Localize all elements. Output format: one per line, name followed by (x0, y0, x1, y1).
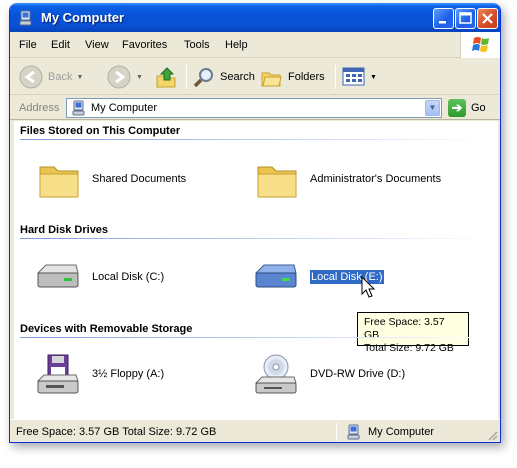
windows-flag-icon (472, 37, 489, 52)
status-location: My Computer (346, 424, 434, 440)
item-label: Administrator's Documents (310, 173, 442, 185)
folder-icon (257, 166, 297, 198)
title-bar[interactable]: My Computer (10, 3, 500, 32)
maximize-icon (459, 12, 472, 24)
my-computer-icon (19, 10, 32, 26)
my-computer-icon (72, 100, 85, 116)
menu-file[interactable]: File (19, 39, 37, 51)
my-computer-icon (347, 424, 360, 440)
folders-icon (261, 72, 282, 87)
item-label: DVD-RW Drive (D:) (310, 368, 406, 380)
address-dropdown-button[interactable]: ▼ (425, 100, 440, 116)
search-label: Search (220, 71, 255, 83)
item-label: 3½ Floppy (A:) (92, 368, 165, 380)
item-label: Local Disk (C:) (92, 271, 165, 283)
views-button[interactable]: ▼ (342, 63, 377, 91)
window-title: My Computer (41, 10, 125, 25)
back-arrow-icon (19, 65, 43, 89)
address-bar: Address My Computer ▼ ➔ Go (10, 96, 500, 120)
group-header-removable: Devices with Removable Storage (20, 323, 490, 338)
resize-grip-icon[interactable] (486, 429, 498, 441)
menu-favorites[interactable]: Favorites (122, 39, 167, 51)
toolbar-separator (186, 65, 187, 89)
toolbar-separator (335, 65, 336, 89)
go-arrow-icon: ➔ (448, 99, 466, 117)
forward-dropdown-icon[interactable]: ▼ (136, 74, 143, 81)
file-view[interactable]: Files Stored on This Computer Shared Doc… (14, 121, 498, 419)
back-label: Back (48, 71, 73, 83)
folders-button[interactable]: Folders (260, 63, 325, 91)
forward-button[interactable]: ▼ (106, 63, 143, 91)
menu-tools[interactable]: Tools (184, 39, 210, 51)
go-button[interactable]: ➔ Go (448, 99, 486, 117)
floppy-drive-icon (36, 354, 79, 394)
minimize-button[interactable] (433, 8, 454, 29)
hard-disk-icon (36, 264, 79, 288)
search-icon (193, 68, 213, 88)
dvd-drive-icon (254, 354, 297, 394)
explorer-window: My Computer File Edit View Favorites Too… (9, 3, 501, 443)
standard-toolbar: Back ▼ ▼ Search Folders ▼ (10, 59, 500, 95)
back-dropdown-icon[interactable]: ▼ (76, 74, 83, 81)
menu-view[interactable]: View (85, 39, 109, 51)
list-item[interactable]: 3½ Floppy (A:) (36, 353, 164, 395)
hard-disk-icon (254, 264, 297, 288)
folder-icon (39, 166, 79, 198)
item-label: Shared Documents (92, 173, 187, 185)
menu-edit[interactable]: Edit (51, 39, 70, 51)
go-label: Go (471, 102, 486, 114)
address-label: Address (19, 102, 60, 114)
search-button[interactable]: Search (192, 63, 255, 91)
status-text: Free Space: 3.57 GB Total Size: 9.72 GB (16, 426, 217, 438)
close-icon (482, 13, 493, 24)
up-folder-icon (156, 67, 176, 88)
close-button[interactable] (477, 8, 498, 29)
folders-label: Folders (288, 71, 325, 83)
status-separator (336, 423, 337, 441)
list-item[interactable]: Shared Documents (38, 159, 186, 199)
address-input[interactable]: My Computer ▼ (66, 98, 442, 118)
up-folder-button[interactable] (154, 63, 178, 91)
mouse-cursor-icon (361, 276, 376, 298)
forward-arrow-icon (107, 65, 131, 89)
menu-help[interactable]: Help (225, 39, 248, 51)
group-header-hard-disks: Hard Disk Drives (20, 224, 490, 239)
group-header-files-stored: Files Stored on This Computer (20, 125, 490, 140)
views-dropdown-icon[interactable]: ▼ (370, 74, 377, 81)
list-item[interactable]: Local Disk (C:) (34, 259, 164, 295)
views-icon (342, 67, 365, 86)
back-button[interactable]: Back ▼ (18, 63, 83, 91)
windows-logo (460, 32, 500, 58)
address-value: My Computer (91, 102, 158, 114)
menu-bar: File Edit View Favorites Tools Help (10, 32, 500, 58)
list-item[interactable]: DVD-RW Drive (D:) (254, 353, 405, 395)
status-bar: Free Space: 3.57 GB Total Size: 9.72 GB … (10, 419, 500, 442)
minimize-icon (439, 21, 446, 24)
list-item[interactable]: Administrator's Documents (256, 159, 441, 199)
maximize-button[interactable] (455, 8, 476, 29)
status-location-label: My Computer (368, 426, 435, 438)
